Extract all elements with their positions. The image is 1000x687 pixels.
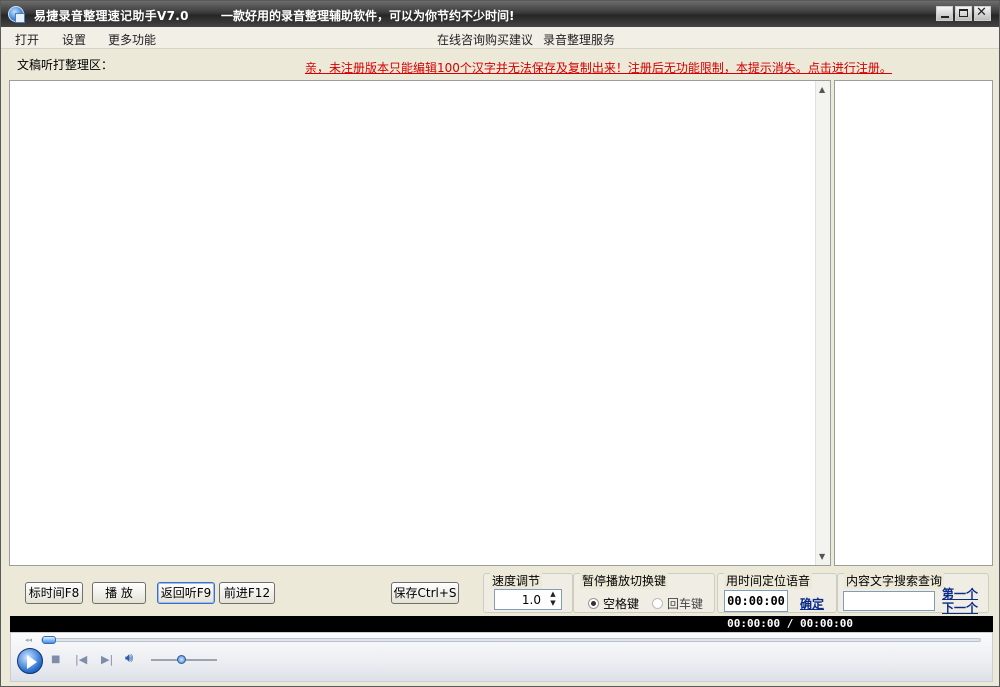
time-locate-input[interactable]: 00:00:00 [724, 590, 788, 612]
transcript-editor[interactable]: ▲ ▼ [9, 80, 831, 566]
spin-down-icon[interactable]: ▼ [547, 599, 559, 608]
mark-time-button[interactable]: 标时间F8 [25, 582, 83, 604]
volume-icon[interactable]: 🔊︎ [125, 651, 133, 666]
app-icon [8, 6, 25, 23]
search-title: 内容文字搜索查询 [844, 572, 945, 589]
minimize-button[interactable] [936, 6, 953, 21]
close-button[interactable]: ✕ [974, 5, 991, 21]
stop-icon[interactable]: ■ [51, 654, 60, 665]
maximize-icon [959, 9, 968, 17]
radio-enter-label: 回车键 [667, 597, 704, 611]
radio-enter-key[interactable]: 回车键 [652, 595, 703, 612]
seek-bar[interactable] [41, 636, 981, 644]
maximize-button[interactable] [955, 6, 972, 21]
menu-bar: 打开 设置 更多功能 在线咨询购买建议 录音整理服务 [1, 27, 999, 49]
scroll-up-icon[interactable]: ▲ [819, 85, 825, 94]
title-bar[interactable]: 易捷录音整理速记助手V7.0 一款好用的录音整理辅助软件，可以为你节约不少时间!… [1, 1, 999, 27]
transcript-area-label: 文稿听打整理区： [17, 58, 114, 72]
current-time: 00:00:00 [727, 617, 781, 630]
spinner-arrows[interactable]: ▲ ▼ [547, 590, 559, 608]
pause-key-title: 暂停播放切换键 [580, 572, 669, 589]
speed-spinner[interactable]: 1.0 ▲ ▼ [494, 589, 562, 610]
speed-value: 1.0 [521, 593, 541, 607]
close-icon: ✕ [976, 5, 987, 20]
pause-key-group: 暂停播放切换键 空格键 回车键 [573, 572, 715, 613]
seek-thumb[interactable] [42, 636, 56, 644]
search-input[interactable] [843, 591, 935, 611]
radio-unselected-icon[interactable] [652, 598, 663, 609]
menu-online-consult[interactable]: 在线咨询购买建议 [437, 31, 533, 48]
menu-more-features[interactable]: 更多功能 [108, 31, 156, 48]
save-button[interactable]: 保存Ctrl+S [391, 582, 459, 604]
window-slogan: 一款好用的录音整理辅助软件，可以为你节约不少时间! [221, 9, 515, 23]
search-next-link[interactable]: 下一个 [942, 599, 978, 616]
menu-open[interactable]: 打开 [15, 31, 39, 48]
forward-button[interactable]: 前进F12 [219, 582, 275, 604]
player-play-button[interactable] [17, 648, 43, 674]
menu-settings[interactable]: 设置 [62, 31, 86, 48]
total-time: 00:00:00 [800, 617, 853, 630]
scroll-down-icon[interactable]: ▼ [819, 552, 825, 561]
time-locate-group: 用时间定位语音 00:00:00 确定 [717, 572, 837, 613]
time-display-bar: 00:00:00 / 00:00:00 [10, 616, 993, 632]
previous-icon[interactable]: |◀ [75, 653, 87, 666]
speed-title: 速度调节 [490, 572, 543, 589]
play-button[interactable]: 播 放 [92, 582, 146, 604]
menu-transcription-service[interactable]: 录音整理服务 [543, 31, 615, 48]
window-title: 易捷录音整理速记助手V7.0 [34, 9, 189, 23]
radio-selected-icon[interactable] [588, 598, 599, 609]
seek-start-icon: ◂◂ [25, 636, 33, 644]
minimize-icon [941, 16, 949, 18]
time-readout: 00:00:00 / 00:00:00 [727, 617, 853, 630]
side-panel[interactable] [834, 80, 993, 566]
speed-group: 速度调节 1.0 ▲ ▼ [483, 572, 573, 613]
rewind-button[interactable]: 返回听F9 [157, 582, 215, 604]
control-bar: 标时间F8 播 放 返回听F9 前进F12 保存Ctrl+S 速度调节 1.0 … [9, 568, 993, 615]
radio-space-label: 空格键 [603, 597, 640, 611]
search-group: 内容文字搜索查询 第一个 下一个 [837, 572, 989, 616]
next-icon[interactable]: ▶| [101, 653, 113, 666]
spin-up-icon[interactable]: ▲ [547, 590, 559, 599]
media-player: ◂◂ ■ |◀ ▶| 🔊︎ [10, 632, 993, 682]
radio-space-key[interactable]: 空格键 [588, 595, 639, 612]
time-locate-title: 用时间定位语音 [724, 572, 813, 589]
time-locate-confirm-link[interactable]: 确定 [800, 595, 824, 612]
app-window: 易捷录音整理速记助手V7.0 一款好用的录音整理辅助软件，可以为你节约不少时间!… [0, 0, 1000, 687]
register-notice-link[interactable]: 亲，未注册版本只能编辑100个汉字并无法保存及复制出来！注册后无功能限制，本提示… [305, 59, 892, 76]
volume-thumb[interactable] [176, 655, 186, 664]
editor-scrollbar[interactable]: ▲ ▼ [815, 81, 830, 565]
window-controls: ✕ [936, 5, 991, 21]
volume-slider[interactable] [151, 655, 217, 664]
